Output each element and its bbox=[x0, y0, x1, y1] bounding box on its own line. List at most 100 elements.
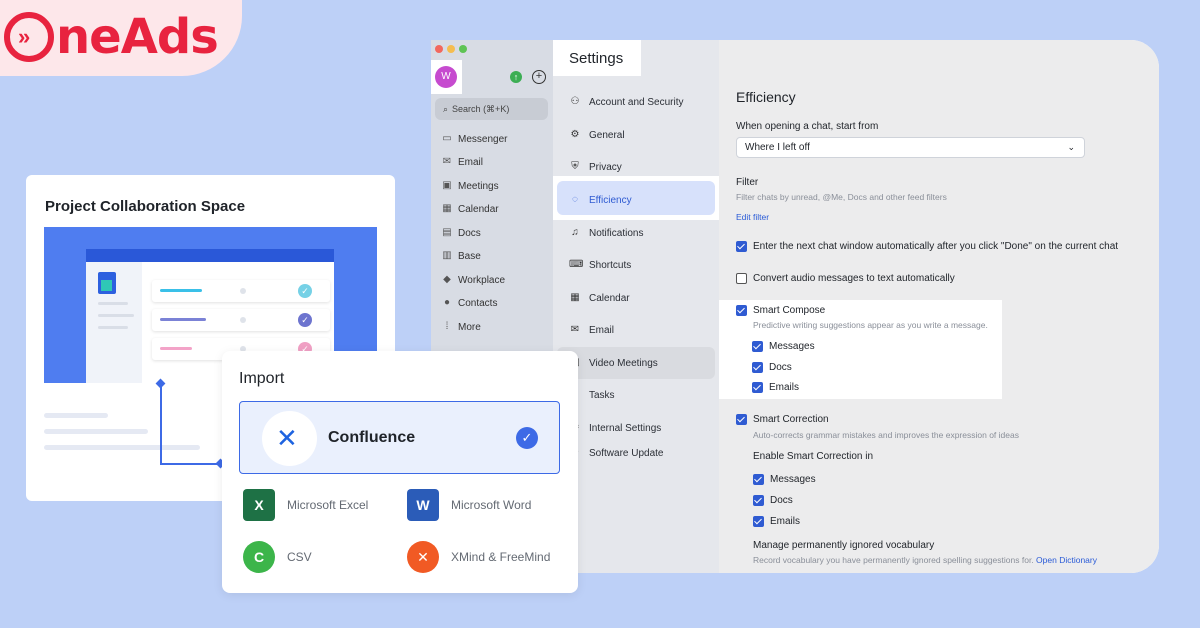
logo-text: neAds bbox=[56, 9, 219, 65]
avatar[interactable]: W bbox=[435, 66, 457, 88]
mail-icon: ✉ bbox=[570, 324, 580, 335]
placeholder-line bbox=[44, 429, 148, 434]
settings-item-label: Efficiency bbox=[589, 194, 632, 206]
smart-correction-option[interactable]: Smart Correction bbox=[736, 414, 829, 425]
sidebar-item-more[interactable]: ⁞ More bbox=[441, 321, 481, 333]
xmind-icon: ✕ bbox=[407, 541, 439, 573]
option-label: Emails bbox=[770, 516, 801, 527]
checkbox-checked[interactable] bbox=[736, 305, 747, 316]
sidebar-item-label: Contacts bbox=[458, 297, 498, 309]
checkbox-checked[interactable] bbox=[752, 362, 763, 373]
calendar-icon: ▦ bbox=[570, 292, 580, 303]
confluence-label: Confluence bbox=[328, 429, 416, 446]
smart-compose-option[interactable]: Smart Compose bbox=[736, 305, 825, 316]
sidebar-item-messenger[interactable]: ▭ Messenger bbox=[441, 133, 507, 145]
doc-icon: ▤ bbox=[442, 227, 452, 238]
efficiency-panel: Efficiency When opening a chat, start fr… bbox=[719, 40, 1159, 573]
settings-item-efficiency[interactable]: ◌ Efficiency bbox=[569, 194, 632, 206]
mock-sidebar bbox=[86, 262, 142, 383]
settings-item-internal[interactable]: ⚙Internal Settings bbox=[569, 422, 662, 434]
checkbox-checked[interactable] bbox=[752, 382, 763, 393]
import-card: Import ✕ Confluence ✓ X Microsoft Excel W… bbox=[222, 351, 578, 593]
check-circle-icon: ✓ bbox=[516, 427, 538, 449]
edit-filter-link[interactable]: Edit filter bbox=[736, 212, 769, 222]
sidebar-item-workplace[interactable]: ◆ Workplace bbox=[441, 274, 505, 286]
open-dictionary-link[interactable]: Open Dictionary bbox=[1036, 555, 1097, 565]
project-title: Project Collaboration Space bbox=[45, 198, 246, 215]
compose-docs-option[interactable]: Docs bbox=[752, 362, 792, 373]
settings-item-video-meetings[interactable]: ▣Video Meetings bbox=[569, 357, 658, 369]
mock-line bbox=[98, 302, 128, 305]
chat-icon: ▭ bbox=[442, 133, 452, 144]
workplace-icon: ◆ bbox=[443, 274, 451, 285]
checkbox-checked[interactable] bbox=[753, 474, 764, 485]
correction-docs-option[interactable]: Docs bbox=[753, 495, 793, 506]
sidebar-item-email[interactable]: ✉ Email bbox=[441, 156, 483, 168]
close-dot-icon[interactable] bbox=[435, 45, 443, 53]
import-option-label: Microsoft Excel bbox=[287, 498, 369, 512]
brand-logo: » neAds bbox=[4, 9, 219, 65]
checkbox-checked[interactable] bbox=[752, 341, 763, 352]
logo-o-icon: » bbox=[4, 12, 54, 62]
import-option-word[interactable]: W Microsoft Word bbox=[407, 489, 531, 521]
settings-item-label: Video Meetings bbox=[589, 357, 658, 369]
person-icon: ⚇ bbox=[570, 96, 580, 107]
connector-line bbox=[160, 463, 220, 465]
import-option-xmind[interactable]: ✕ XMind & FreeMind bbox=[407, 541, 550, 573]
sidebar-item-meetings[interactable]: ▣ Meetings bbox=[441, 180, 498, 192]
word-icon: W bbox=[407, 489, 439, 521]
sidebar-item-contacts[interactable]: ● Contacts bbox=[441, 297, 498, 309]
settings-item-notifications[interactable]: ♫ Notifications bbox=[569, 227, 643, 239]
settings-item-privacy[interactable]: ⛨ Privacy bbox=[569, 161, 622, 173]
checkbox-unchecked[interactable] bbox=[736, 273, 747, 284]
sidebar-item-label: Base bbox=[458, 250, 481, 262]
settings-item-label: Shortcuts bbox=[589, 259, 632, 271]
sidebar-item-base[interactable]: ▥ Base bbox=[441, 250, 481, 262]
checkbox-checked[interactable] bbox=[736, 414, 747, 425]
option-label: Docs bbox=[769, 362, 792, 373]
settings-item-update[interactable]: ↻Software Update bbox=[569, 447, 664, 459]
import-option-csv[interactable]: C CSV bbox=[243, 541, 312, 573]
mock-bar bbox=[160, 347, 192, 350]
compose-emails-option[interactable]: Emails bbox=[752, 382, 799, 393]
correction-messages-option[interactable]: Messages bbox=[753, 474, 816, 485]
mock-dot bbox=[240, 317, 246, 323]
checkbox-checked[interactable] bbox=[753, 495, 764, 506]
import-option-confluence[interactable]: ✕ Confluence ✓ bbox=[239, 401, 560, 474]
correction-emails-option[interactable]: Emails bbox=[753, 516, 800, 527]
vocab-desc-text: Record vocabulary you have permanently i… bbox=[753, 555, 1034, 565]
sidebar-item-docs[interactable]: ▤ Docs bbox=[441, 227, 481, 239]
window-controls bbox=[435, 45, 467, 53]
compose-messages-option[interactable]: Messages bbox=[752, 341, 815, 352]
filter-desc: Filter chats by unread, @Me, Docs and ot… bbox=[736, 192, 947, 202]
checkbox-checked[interactable] bbox=[753, 516, 764, 527]
chevron-down-icon: ⌄ bbox=[1067, 142, 1075, 152]
minimize-dot-icon[interactable] bbox=[447, 45, 455, 53]
settings-item-general[interactable]: ⚙ General bbox=[569, 129, 625, 141]
settings-item-shortcuts[interactable]: ⌨ Shortcuts bbox=[569, 259, 631, 271]
settings-item-calendar[interactable]: ▦ Calendar bbox=[569, 292, 630, 304]
zoom-dot-icon[interactable] bbox=[459, 45, 467, 53]
enter-next-option[interactable]: Enter the next chat window automatically… bbox=[736, 241, 1118, 252]
search-input[interactable]: ⌕ Search (⌘+K) bbox=[435, 98, 548, 120]
settings-item-account[interactable]: ⚇ Account and Security bbox=[569, 96, 684, 108]
option-label: Messages bbox=[770, 474, 816, 485]
settings-item-label: Account and Security bbox=[589, 96, 684, 108]
mock-dot bbox=[240, 288, 246, 294]
excel-icon: X bbox=[243, 489, 275, 521]
settings-item-label: Calendar bbox=[589, 292, 630, 304]
import-option-excel[interactable]: X Microsoft Excel bbox=[243, 489, 368, 521]
checkbox-checked[interactable] bbox=[736, 241, 747, 252]
add-icon[interactable]: + bbox=[532, 70, 546, 84]
sidebar-item-label: Workplace bbox=[458, 274, 506, 286]
vocab-desc: Record vocabulary you have permanently i… bbox=[753, 555, 1097, 565]
settings-item-label: Tasks bbox=[589, 389, 615, 401]
settings-item-email[interactable]: ✉ Email bbox=[569, 324, 614, 336]
filter-label: Filter bbox=[736, 177, 759, 188]
convert-audio-option[interactable]: Convert audio messages to text automatic… bbox=[736, 273, 955, 284]
sidebar-item-calendar[interactable]: ▦ Calendar bbox=[441, 203, 498, 215]
upload-icon[interactable]: ↑ bbox=[510, 71, 522, 83]
import-option-label: CSV bbox=[287, 550, 312, 564]
settings-item-label: Software Update bbox=[589, 447, 664, 459]
open-chat-select[interactable]: Where I left off ⌄ bbox=[736, 137, 1085, 158]
